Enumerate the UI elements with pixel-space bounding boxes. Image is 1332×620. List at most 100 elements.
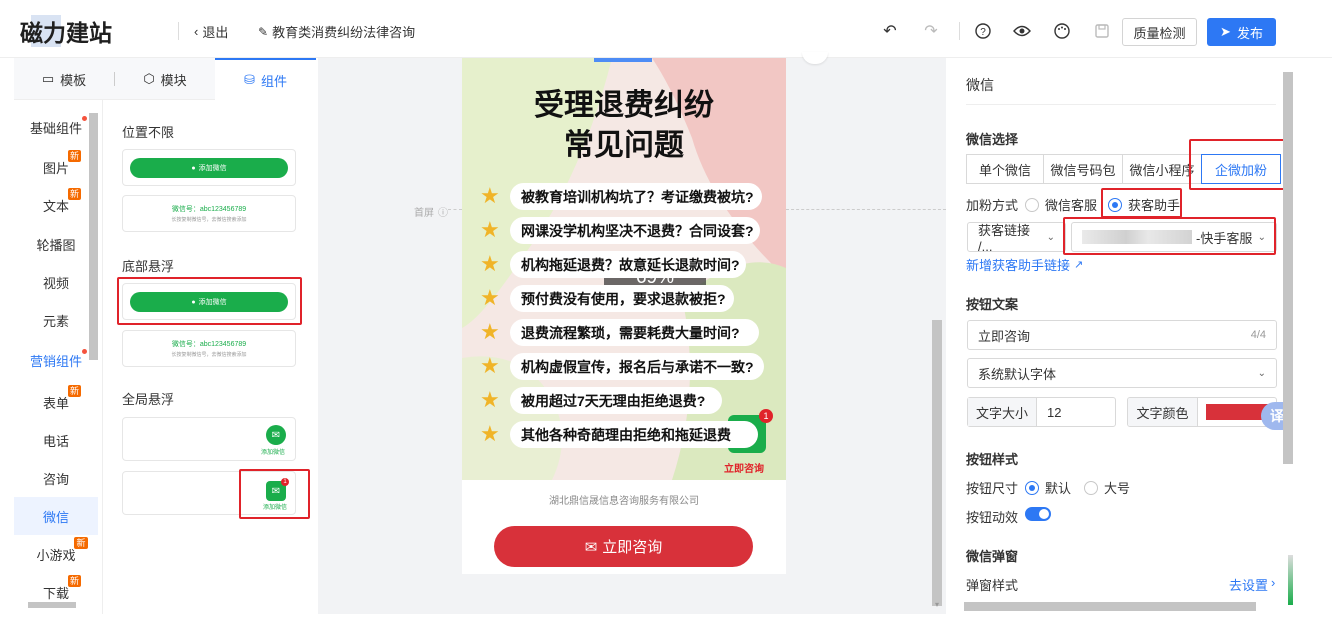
button-anim-label: 按钮动效 [966, 510, 1019, 525]
redo-icon[interactable]: ↷ [921, 21, 941, 41]
tab-module[interactable]: ⬡ 模块 [115, 58, 215, 100]
section-global-float: 全局悬浮 [122, 392, 175, 407]
radio-size-default[interactable]: 默认 [1025, 478, 1071, 497]
category-item[interactable]: 电话 [14, 421, 98, 459]
sidebar-hscroll[interactable] [14, 600, 98, 610]
exit-button[interactable]: ‹ 退出 [194, 22, 228, 41]
edit-icon: ✎ [258, 24, 269, 39]
button-style-title: 按钮样式 [966, 452, 1019, 467]
faq-item: 机构拖延退费？故意延长退款时间? [510, 251, 746, 278]
component-bottom-wechat-id-card[interactable]: 微信号：abc123456789 长按复制微信号，去微信搜索添加 [122, 330, 296, 367]
cube-icon: ⬡ [143, 71, 155, 86]
tab-component[interactable]: ⛁ 组件 [215, 58, 316, 100]
first-screen-line [786, 209, 946, 210]
notification-badge: 1 [759, 409, 773, 423]
consult-button[interactable]: ✉ 立即咨询 [494, 526, 753, 567]
popup-style-label: 弹窗样式 [966, 578, 1019, 593]
highlight-box [1063, 217, 1276, 255]
chevron-down-icon: ⌄ [1046, 231, 1055, 243]
divider [102, 100, 103, 614]
button-text-input[interactable]: 立即咨询 4/4 [967, 320, 1277, 350]
save-icon[interactable] [1092, 21, 1112, 41]
faq-item: 被用超过7天无理由拒绝退费? [510, 387, 722, 414]
publish-button[interactable]: ➤ 发布 [1207, 18, 1276, 46]
star-icon: ★ [480, 183, 500, 208]
highlight-box [1101, 188, 1182, 218]
add-assistant-link[interactable]: 新增获客助手链接 ↗ [966, 255, 1083, 274]
seg-wechat-pack[interactable]: 微信号码包 [1043, 154, 1123, 184]
quality-check-button[interactable]: 质量检测 [1122, 18, 1197, 46]
red-dot-indicator [82, 348, 87, 354]
animation-toggle[interactable] [1025, 507, 1051, 521]
divider [178, 22, 179, 40]
undo-icon[interactable]: ↶ [880, 21, 900, 41]
faq-item: 退费流程繁琐，需要耗费大量时间? [510, 319, 759, 346]
canvas-scrollbar[interactable] [932, 320, 942, 606]
wechat-icon: ● [191, 164, 196, 172]
divider [959, 22, 960, 40]
star-icon: ★ [480, 387, 500, 412]
panel-hscrollbar[interactable] [964, 602, 1256, 611]
radio-icon [1025, 197, 1039, 212]
seg-enterprise-wechat[interactable]: 企微加粉 [1201, 154, 1281, 184]
float-consult-label: 立即咨询 [724, 464, 764, 475]
category-item[interactable]: 轮播图 [14, 225, 98, 263]
font-select[interactable]: 系统默认字体 ⌄ [967, 358, 1277, 388]
component-wechat-button[interactable]: ● 添加微信 [122, 149, 296, 186]
company-name: 湖北鼎信晟信息咨询服务有限公司 [549, 496, 699, 507]
radio-icon [1025, 480, 1039, 495]
font-size-input[interactable]: 12 [1037, 398, 1061, 426]
category-item[interactable]: 微信 [14, 497, 98, 535]
highlight-box [239, 469, 310, 519]
faq-item: 机构虚假宣传，报名后与承诺不一致? [510, 353, 764, 380]
top-header: 磁力建站 ‹ 退出 ✎ 教育类消费纠纷法律咨询 ↶ ↷ ? 质量检测 ➤ 发布 [0, 0, 1332, 58]
category-item[interactable]: 营销组件 [14, 341, 98, 379]
radio-wechat-service[interactable]: 微信客服 [1025, 195, 1097, 214]
poster-title-1: 受理退费纠纷 [534, 89, 714, 122]
font-size-label: 文字大小 [968, 398, 1037, 426]
preview-eye-icon[interactable] [1012, 21, 1032, 41]
database-icon: ⛁ [244, 72, 255, 87]
component-wechat-id-card[interactable]: 微信号：abc123456789 长按复制微信号，去微信搜索添加 [122, 195, 296, 232]
template-icon: ▭ [41, 71, 55, 86]
tab-template[interactable]: ▭ 模板 [14, 58, 114, 100]
star-icon: ★ [480, 353, 500, 378]
wechat-type-segment: 单个微信 微信号码包 微信小程序 企微加粉 [966, 154, 1281, 184]
wechat-hint: 长按复制微信号，去微信搜索添加 [171, 352, 247, 358]
seg-single-wechat[interactable]: 单个微信 [966, 154, 1044, 184]
new-badge: 新 [67, 187, 81, 200]
category-item[interactable]: 咨询 [14, 459, 98, 497]
panel-scroll-indicator [1288, 555, 1293, 605]
component-global-float-1[interactable]: ✉ 添加微信 [122, 417, 296, 461]
category-item[interactable]: 小游戏新 [14, 535, 98, 573]
popup-title: 微信弹窗 [966, 549, 1019, 564]
category-item[interactable]: 视频 [14, 263, 98, 301]
poster-title-2: 常见问题 [564, 129, 684, 162]
chevron-down-icon: ⌄ [1257, 367, 1266, 379]
palette-icon[interactable] [1052, 21, 1072, 41]
new-badge: 新 [74, 536, 88, 549]
category-item[interactable]: 元素 [14, 301, 98, 339]
chevron-left-icon: ‹ [194, 24, 199, 39]
category-item[interactable]: 表单新 [14, 383, 98, 421]
wechat-select-title: 微信选择 [966, 132, 1019, 147]
star-icon: ★ [480, 421, 500, 446]
button-size-label: 按钮尺寸 [966, 481, 1019, 496]
link-select[interactable]: 获客链接 /... ⌄ [967, 222, 1066, 254]
add-mode-label: 加粉方式 [966, 198, 1019, 213]
category-item[interactable]: 文本新 [14, 186, 98, 224]
radio-size-large[interactable]: 大号 [1084, 478, 1130, 497]
help-icon[interactable]: ? [973, 21, 993, 41]
popup-set-link[interactable]: 去设置 › [1229, 575, 1275, 594]
page-name-edit[interactable]: ✎ 教育类消费纠纷法律咨询 [258, 22, 415, 41]
panel-scrollbar[interactable] [1283, 72, 1293, 464]
font-color-label: 文字颜色 [1128, 398, 1198, 426]
highlight-box [117, 277, 302, 325]
scroll-down-arrow[interactable]: ▾ [935, 600, 939, 609]
category-item[interactable]: 图片新 [14, 148, 98, 186]
category-item[interactable]: 基础组件 [14, 108, 98, 146]
font-size-field: 文字大小 12 [967, 397, 1116, 427]
radio-icon [1084, 480, 1098, 495]
font-color-field: 文字颜色 [1127, 397, 1277, 427]
phone-preview[interactable]: 受理退费纠纷 常见问题 69% ✉ 1 立即咨询 湖北鼎信晟信息咨询服务有限公司… [462, 58, 786, 574]
